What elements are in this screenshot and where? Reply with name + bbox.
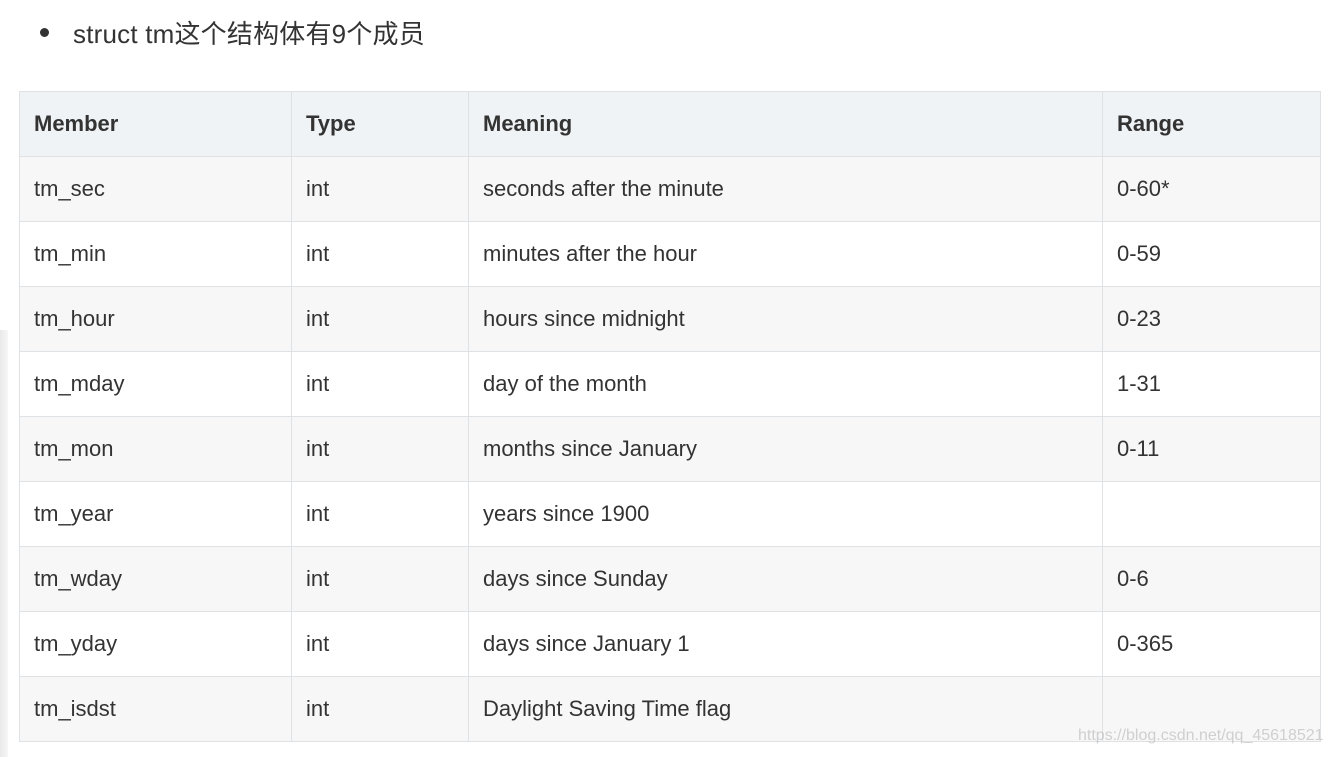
table-row: tm_min int minutes after the hour 0-59: [19, 221, 1321, 287]
header-type: Type: [291, 91, 469, 157]
intro-list-item: struct tm这个结构体有9个成员: [40, 12, 425, 52]
intro-text: struct tm这个结构体有9个成员: [73, 18, 425, 49]
table-row: tm_hour int hours since midnight 0-23: [19, 286, 1321, 352]
cell-meaning: days since Sunday: [468, 546, 1103, 612]
left-edge-shadow: [0, 330, 8, 757]
cell-meaning: hours since midnight: [468, 286, 1103, 352]
header-range: Range: [1102, 91, 1321, 157]
cell-member: tm_mon: [19, 416, 292, 482]
cell-member: tm_min: [19, 221, 292, 287]
cell-meaning: minutes after the hour: [468, 221, 1103, 287]
cell-type: int: [291, 156, 469, 222]
cell-member: tm_sec: [19, 156, 292, 222]
cell-type: int: [291, 286, 469, 352]
table-row: tm_wday int days since Sunday 0-6: [19, 546, 1321, 612]
cell-type: int: [291, 546, 469, 612]
cell-meaning: Daylight Saving Time flag: [468, 676, 1103, 742]
cell-member: tm_mday: [19, 351, 292, 417]
cell-meaning: months since January: [468, 416, 1103, 482]
cell-type: int: [291, 481, 469, 547]
table-row: tm_year int years since 1900: [19, 481, 1321, 547]
cell-range: 0-59: [1102, 221, 1321, 287]
cell-meaning: seconds after the minute: [468, 156, 1103, 222]
cell-range: 0-23: [1102, 286, 1321, 352]
header-meaning: Meaning: [468, 91, 1103, 157]
cell-meaning: day of the month: [468, 351, 1103, 417]
bullet-icon: [40, 27, 49, 37]
table-row: tm_yday int days since January 1 0-365: [19, 611, 1321, 677]
struct-tm-table: Member Type Meaning Range tm_sec int sec…: [19, 91, 1321, 742]
cell-type: int: [291, 351, 469, 417]
cell-range: 0-365: [1102, 611, 1321, 677]
cell-range: [1102, 481, 1321, 547]
cell-range: 1-31: [1102, 351, 1321, 417]
table-row: tm_sec int seconds after the minute 0-60…: [19, 156, 1321, 222]
cell-member: tm_isdst: [19, 676, 292, 742]
cell-member: tm_wday: [19, 546, 292, 612]
cell-type: int: [291, 676, 469, 742]
cell-type: int: [291, 416, 469, 482]
table-row: tm_mday int day of the month 1-31: [19, 351, 1321, 417]
watermark: https://blog.csdn.net/qq_45618521: [1078, 727, 1324, 744]
table-header-row: Member Type Meaning Range: [19, 91, 1321, 157]
cell-meaning: days since January 1: [468, 611, 1103, 677]
cell-meaning: years since 1900: [468, 481, 1103, 547]
cell-range: 0-6: [1102, 546, 1321, 612]
cell-range: 0-11: [1102, 416, 1321, 482]
table-row: tm_mon int months since January 0-11: [19, 416, 1321, 482]
header-member: Member: [19, 91, 292, 157]
cell-member: tm_yday: [19, 611, 292, 677]
cell-type: int: [291, 221, 469, 287]
cell-type: int: [291, 611, 469, 677]
cell-range: 0-60*: [1102, 156, 1321, 222]
cell-member: tm_hour: [19, 286, 292, 352]
cell-member: tm_year: [19, 481, 292, 547]
